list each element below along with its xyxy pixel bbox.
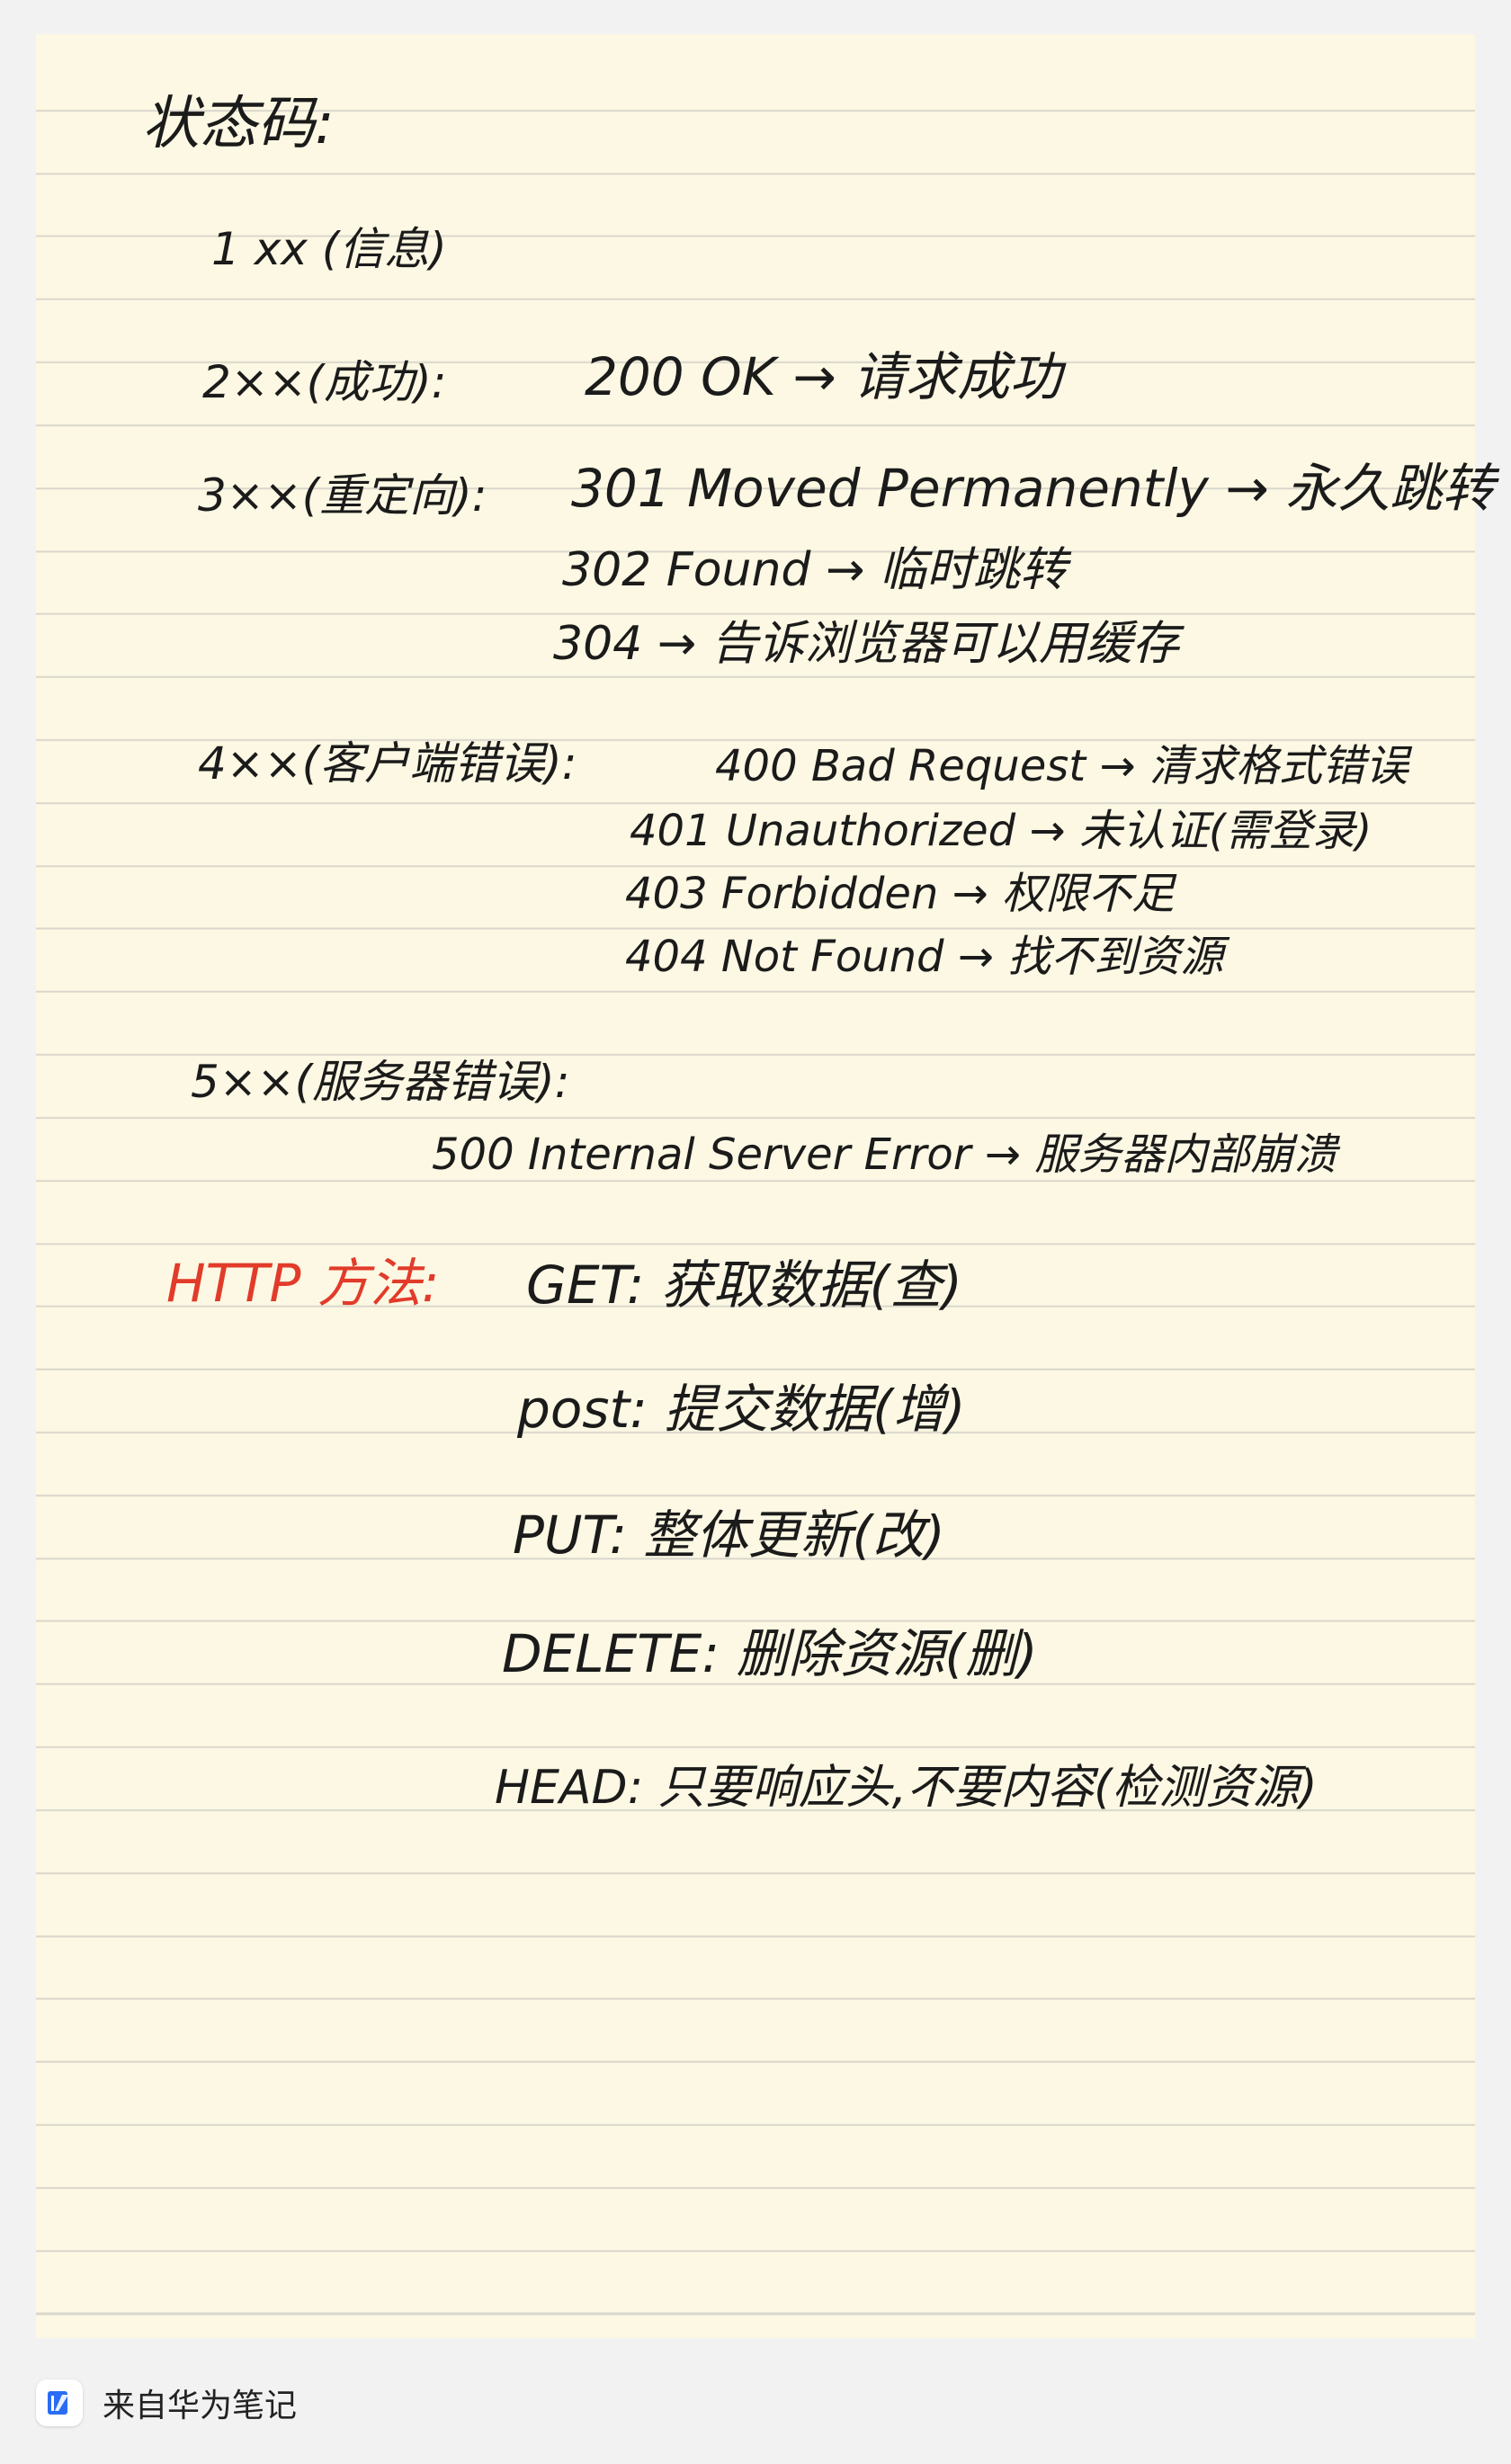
method-get-line: GET: 获取数据(查) bbox=[526, 1254, 962, 1316]
footer-source: 来自华为笔记 bbox=[36, 2367, 297, 2439]
status-4xx-label: 4××(客户端错误): bbox=[198, 737, 577, 790]
status-404-line: 404 Not Found → 找不到资源 bbox=[625, 932, 1224, 982]
method-head-line: HEAD: 只要响应头,不要内容(检测资源) bbox=[495, 1761, 1318, 1815]
status-304-line: 304 → 告诉浏览器可以用缓存 bbox=[553, 617, 1179, 671]
status-3xx-label: 3××(重定向): bbox=[198, 469, 487, 522]
method-put-line: PUT: 整体更新(改) bbox=[513, 1504, 945, 1566]
status-1xx-label: 1 xx (信息) bbox=[211, 223, 447, 275]
status-302-line: 302 Found → 临时跳转 bbox=[562, 543, 1068, 597]
method-delete-line: DELETE: 删除资源(删) bbox=[502, 1623, 1038, 1684]
http-methods-heading: HTTP 方法: bbox=[166, 1253, 440, 1314]
status-301-line: 301 Moved Permanently → 永久跳转 bbox=[571, 458, 1495, 519]
status-200-line: 200 OK → 请求成功 bbox=[585, 346, 1062, 407]
status-401-line: 401 Unauthorized → 未认证(需登录) bbox=[630, 806, 1372, 856]
pen-note-icon bbox=[36, 2379, 83, 2426]
status-400-line: 400 Bad Request → 清求格式错误 bbox=[715, 741, 1408, 791]
status-2xx-label: 2××(成功): bbox=[202, 356, 447, 408]
notebook-page: 状态码: 1 xx (信息) 2××(成功): 200 OK → 请求成功 3×… bbox=[36, 34, 1494, 2338]
footer-source-label: 来自华为笔记 bbox=[103, 2387, 298, 2424]
status-403-line: 403 Forbidden → 权限不足 bbox=[625, 869, 1176, 919]
status-500-line: 500 Internal Server Error → 服务器内部崩溃 bbox=[432, 1129, 1337, 1180]
method-post-line: post: 提交数据(增) bbox=[517, 1379, 966, 1440]
page-title: 状态码: bbox=[142, 91, 335, 157]
status-5xx-label: 5××(服务器错误): bbox=[191, 1056, 570, 1108]
